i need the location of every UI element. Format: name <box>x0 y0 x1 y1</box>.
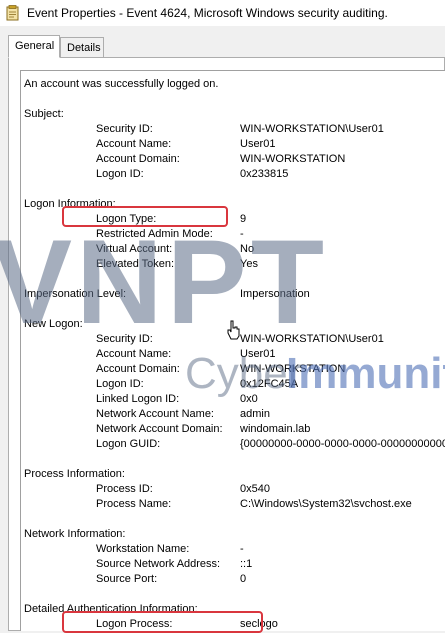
new-logon-heading: New Logon: <box>24 318 83 330</box>
window-title: Event Properties - Event 4624, Microsoft… <box>27 6 388 20</box>
process-info-heading: Process Information: <box>24 468 125 480</box>
subject-heading: Subject: <box>24 108 64 120</box>
impersonation-row: Impersonation Level: Impersonation <box>24 288 310 300</box>
logon-type-highlight <box>62 206 228 227</box>
event-viewer-icon <box>6 5 19 21</box>
logon-process-highlight <box>62 611 263 633</box>
event-message: An account was successfully logged on. <box>24 78 219 90</box>
hand-cursor-icon <box>227 320 240 340</box>
event-description-box[interactable] <box>20 70 445 631</box>
title-bar: Event Properties - Event 4624, Microsoft… <box>0 0 445 26</box>
tab-details[interactable]: Details <box>60 37 104 58</box>
network-info-heading: Network Information: <box>24 528 126 540</box>
tab-general[interactable]: General <box>8 35 60 58</box>
